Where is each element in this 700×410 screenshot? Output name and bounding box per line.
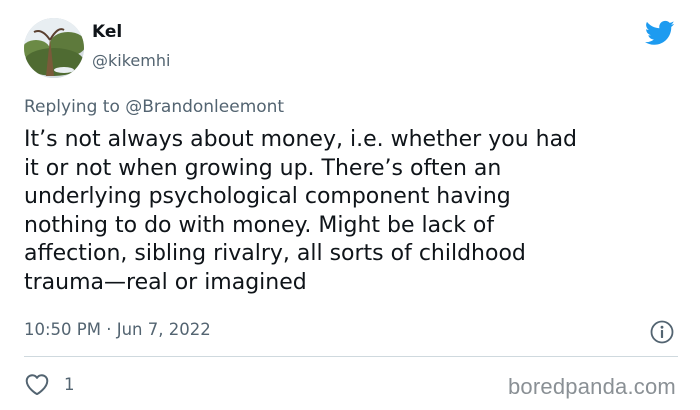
like-button[interactable]: 1 <box>24 372 75 396</box>
reply-prefix: Replying to <box>24 97 120 117</box>
reply-mention-link[interactable]: @Brandonleemont <box>125 97 284 117</box>
like-count: 1 <box>64 374 75 394</box>
twitter-bird-icon[interactable] <box>643 18 677 48</box>
reply-context: Replying to @Brandonleemont <box>24 97 284 117</box>
avatar[interactable] <box>24 18 84 78</box>
tweet-time: 10:50 PM <box>24 320 101 339</box>
tweet-text: It’s not always about money, i.e. whethe… <box>24 127 578 295</box>
tweet-date: Jun 7, 2022 <box>116 320 211 339</box>
avatar-photo <box>24 18 84 78</box>
info-icon[interactable] <box>649 319 675 345</box>
author-handle[interactable]: @kikemhi <box>92 51 170 70</box>
tweet-timestamp[interactable]: 10:50 PM · Jun 7, 2022 <box>24 320 211 339</box>
author-name[interactable]: Kel <box>92 22 122 42</box>
heart-icon <box>25 374 49 396</box>
timestamp-separator: · <box>106 320 112 339</box>
divider <box>24 356 678 357</box>
site-watermark: boredpanda.com <box>508 374 676 399</box>
